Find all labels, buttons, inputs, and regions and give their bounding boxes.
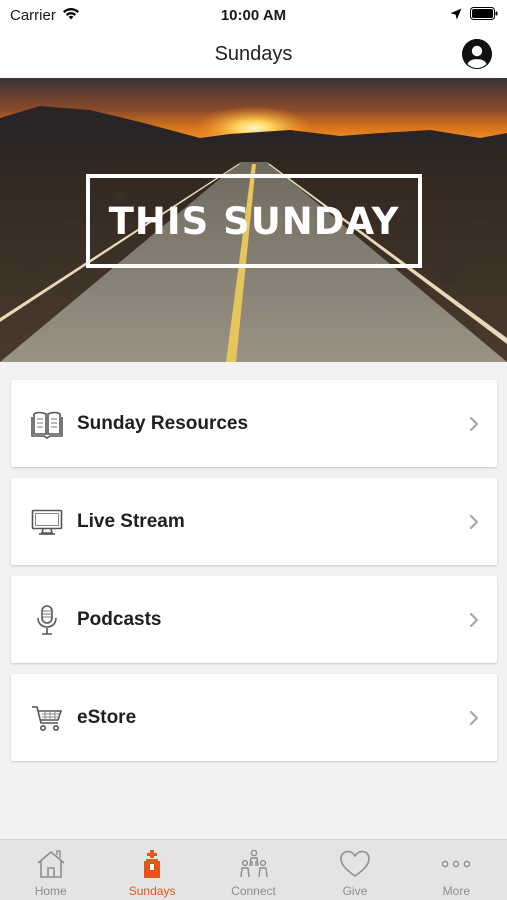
tab-more[interactable]: More xyxy=(406,840,507,900)
tab-label: More xyxy=(442,884,470,898)
profile-icon xyxy=(462,39,492,69)
menu-item-live-stream[interactable]: Live Stream xyxy=(11,478,497,565)
tab-label: Give xyxy=(342,884,368,898)
menu-item-label: Live Stream xyxy=(77,510,185,532)
heart-icon xyxy=(339,848,371,880)
chevron-right-icon xyxy=(469,612,479,628)
carrier-label: Carrier xyxy=(10,6,56,24)
screen: Carrier 10:00 AM Sundays THIS SUNDAY Sun… xyxy=(0,0,507,900)
chevron-right-icon xyxy=(469,710,479,726)
page-title: Sundays xyxy=(214,42,293,65)
more-icon xyxy=(440,848,472,880)
menu-list: Sunday Resources Live Stream Podcasts eS… xyxy=(11,380,497,772)
profile-button[interactable] xyxy=(462,39,492,69)
tab-sundays[interactable]: Sundays xyxy=(101,840,202,900)
book-icon xyxy=(31,408,63,440)
chevron-right-icon xyxy=(469,416,479,432)
microphone-icon xyxy=(31,604,63,636)
chevron-right-icon xyxy=(469,514,479,530)
status-right xyxy=(450,6,498,24)
menu-item-sunday-resources[interactable]: Sunday Resources xyxy=(11,380,497,467)
tab-bar: Home Sundays Connect Give More xyxy=(0,839,507,900)
tab-home[interactable]: Home xyxy=(0,840,101,900)
menu-item-label: eStore xyxy=(77,706,137,728)
monitor-icon xyxy=(31,506,63,538)
battery-icon xyxy=(470,6,498,24)
wifi-icon xyxy=(62,7,80,24)
tab-connect[interactable]: Connect xyxy=(203,840,304,900)
tab-label: Home xyxy=(34,884,67,898)
hero-title-frame: THIS SUNDAY xyxy=(86,174,422,268)
sundays-icon xyxy=(141,848,163,880)
menu-item-podcasts[interactable]: Podcasts xyxy=(11,576,497,663)
tab-label: Connect xyxy=(231,884,276,898)
cart-icon xyxy=(31,702,63,734)
menu-item-label: Sunday Resources xyxy=(77,412,249,434)
nav-bar: Sundays xyxy=(0,30,507,78)
location-arrow-icon xyxy=(450,7,462,24)
tab-give[interactable]: Give xyxy=(304,840,405,900)
tab-label: Sundays xyxy=(128,884,176,898)
menu-item-estore[interactable]: eStore xyxy=(11,674,497,761)
home-icon xyxy=(35,848,67,880)
status-bar: Carrier 10:00 AM xyxy=(0,0,507,30)
menu-item-label: Podcasts xyxy=(77,608,162,630)
status-left: Carrier xyxy=(10,7,80,24)
hero-banner[interactable]: THIS SUNDAY xyxy=(0,78,507,362)
hero-title: THIS SUNDAY xyxy=(108,199,400,243)
people-icon xyxy=(238,848,270,880)
